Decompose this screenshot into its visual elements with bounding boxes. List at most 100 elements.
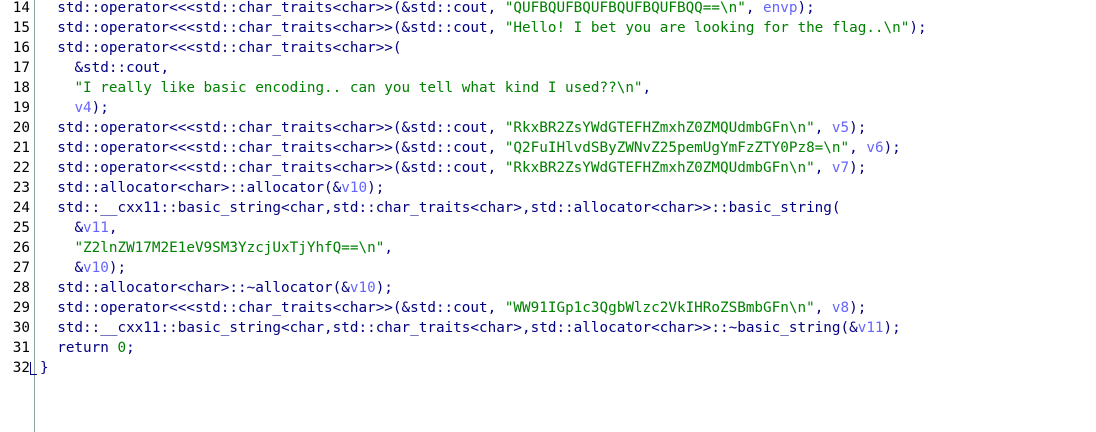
code-token: ); bbox=[849, 300, 867, 316]
code-token: , bbox=[814, 300, 832, 316]
variable-ref: v10 bbox=[349, 280, 376, 296]
line-number: 31 bbox=[12, 340, 30, 356]
code-text: &v11, bbox=[40, 218, 117, 238]
code-token: & bbox=[74, 260, 84, 276]
code-text: std::operator<<<std::char_traits<char>>(… bbox=[40, 18, 927, 38]
string-literal: "Z2lnZW17M2E1eV9SM3YzcjUxTjYhfQ==\n" bbox=[74, 240, 385, 256]
string-literal: "Hello! I bet you are looking for the fl… bbox=[504, 20, 910, 36]
code-token: ); bbox=[849, 120, 867, 136]
line-number: 28 bbox=[12, 280, 30, 296]
line-number: 27 bbox=[12, 260, 30, 276]
code-token: std::operator<<<std::char_traits<char>>(… bbox=[57, 140, 505, 156]
code-token: ); bbox=[91, 100, 109, 116]
code-token: , bbox=[814, 160, 832, 176]
code-text: "I really like basic encoding.. can you … bbox=[40, 78, 651, 98]
variable-ref: v11 bbox=[857, 320, 884, 336]
code-line[interactable]: 21 std::operator<<<std::char_traits<char… bbox=[0, 138, 1096, 158]
code-line[interactable]: 32} bbox=[0, 358, 1096, 378]
string-literal: "QUFBQUFBQUFBQUFBQUFBQQ==\n" bbox=[504, 0, 746, 16]
pseudocode-editor[interactable]: 14 std::operator<<<std::char_traits<char… bbox=[0, 0, 1096, 432]
code-text: &std::cout, bbox=[40, 58, 169, 78]
line-number: 26 bbox=[12, 240, 30, 256]
variable-ref: v7 bbox=[831, 160, 850, 176]
code-text: return 0; bbox=[40, 338, 135, 358]
code-token: std::operator<<<std::char_traits<char>>( bbox=[57, 40, 402, 56]
code-line[interactable]: 22 std::operator<<<std::char_traits<char… bbox=[0, 158, 1096, 178]
code-text: std::__cxx11::basic_string<char,std::cha… bbox=[40, 198, 840, 218]
code-token: , bbox=[642, 80, 652, 96]
code-token: ); bbox=[909, 20, 927, 36]
line-number: 30 bbox=[12, 320, 30, 336]
code-token: return bbox=[57, 340, 118, 356]
code-line[interactable]: 19 v4); bbox=[0, 98, 1096, 118]
line-number: 19 bbox=[12, 100, 30, 116]
code-token: ; bbox=[126, 340, 135, 356]
code-line[interactable]: 26 "Z2lnZW17M2E1eV9SM3YzcjUxTjYhfQ==\n", bbox=[0, 238, 1096, 258]
code-line[interactable]: 30 std::__cxx11::basic_string<char,std::… bbox=[0, 318, 1096, 338]
code-line[interactable]: 15 std::operator<<<std::char_traits<char… bbox=[0, 18, 1096, 38]
code-line[interactable]: 28 std::allocator<char>::~allocator(&v10… bbox=[0, 278, 1096, 298]
line-number: 22 bbox=[12, 160, 30, 176]
code-text: std::allocator<char>::~allocator(&v10); bbox=[40, 278, 393, 298]
code-text: &v10); bbox=[40, 258, 126, 278]
code-token: std::operator<<<std::char_traits<char>>(… bbox=[57, 160, 505, 176]
number-literal: 0 bbox=[117, 340, 127, 356]
code-token: std::operator<<<std::char_traits<char>>(… bbox=[57, 300, 505, 316]
code-line[interactable]: 16 std::operator<<<std::char_traits<char… bbox=[0, 38, 1096, 58]
code-token: , bbox=[814, 120, 832, 136]
code-token: ); bbox=[849, 160, 867, 176]
fold-end-marker bbox=[30, 362, 37, 375]
string-literal: "RkxBR2ZsYWdGTEFHZmxhZ0ZMQUdmbGFn\n" bbox=[504, 160, 815, 176]
code-line[interactable]: 20 std::operator<<<std::char_traits<char… bbox=[0, 118, 1096, 138]
variable-ref: v6 bbox=[866, 140, 884, 156]
code-line[interactable]: 23 std::allocator<char>::allocator(&v10)… bbox=[0, 178, 1096, 198]
code-line[interactable]: 29 std::operator<<<std::char_traits<char… bbox=[0, 298, 1096, 318]
code-token: ); bbox=[797, 0, 815, 16]
code-line[interactable]: 18 "I really like basic encoding.. can y… bbox=[0, 78, 1096, 98]
code-line[interactable]: 31 return 0; bbox=[0, 338, 1096, 358]
code-line[interactable]: 27 &v10); bbox=[0, 258, 1096, 278]
line-number: 32 bbox=[12, 360, 30, 376]
code-line[interactable]: 25 &v11, bbox=[0, 218, 1096, 238]
variable-ref: v10 bbox=[341, 180, 368, 196]
line-number: 15 bbox=[12, 20, 30, 36]
variable-ref: v10 bbox=[83, 260, 109, 276]
line-number: 14 bbox=[12, 0, 30, 16]
line-number: 20 bbox=[12, 120, 30, 136]
code-token: & bbox=[74, 220, 84, 236]
line-number: 29 bbox=[12, 300, 30, 316]
line-number: 25 bbox=[12, 220, 30, 236]
code-line[interactable]: 24 std::__cxx11::basic_string<char,std::… bbox=[0, 198, 1096, 218]
code-text: std::operator<<<std::char_traits<char>>( bbox=[40, 38, 402, 58]
variable-ref: v8 bbox=[831, 300, 850, 316]
code-token: std::__cxx11::basic_string<char,std::cha… bbox=[57, 320, 858, 336]
variable-ref: envp bbox=[763, 0, 798, 16]
string-literal: "I really like basic encoding.. can you … bbox=[74, 80, 643, 96]
code-token: , bbox=[745, 0, 764, 16]
code-text: std::operator<<<std::char_traits<char>>(… bbox=[40, 118, 866, 138]
code-line[interactable]: 14 std::operator<<<std::char_traits<char… bbox=[0, 0, 1096, 18]
code-text: v4); bbox=[40, 98, 109, 118]
code-token: std::operator<<<std::char_traits<char>>(… bbox=[57, 0, 505, 16]
code-line[interactable]: 17 &std::cout, bbox=[0, 58, 1096, 78]
code-token: std::operator<<<std::char_traits<char>>(… bbox=[57, 120, 505, 136]
code-text: std::allocator<char>::allocator(&v10); bbox=[40, 178, 384, 198]
variable-ref: v5 bbox=[831, 120, 850, 136]
code-token: ); bbox=[883, 140, 901, 156]
line-number: 16 bbox=[12, 40, 30, 56]
variable-ref: v11 bbox=[83, 220, 109, 236]
code-token: ); bbox=[367, 180, 385, 196]
string-literal: "WW91IGp1c3QgbWlzc2VkIHRoZSBmbGFn\n" bbox=[504, 300, 815, 316]
